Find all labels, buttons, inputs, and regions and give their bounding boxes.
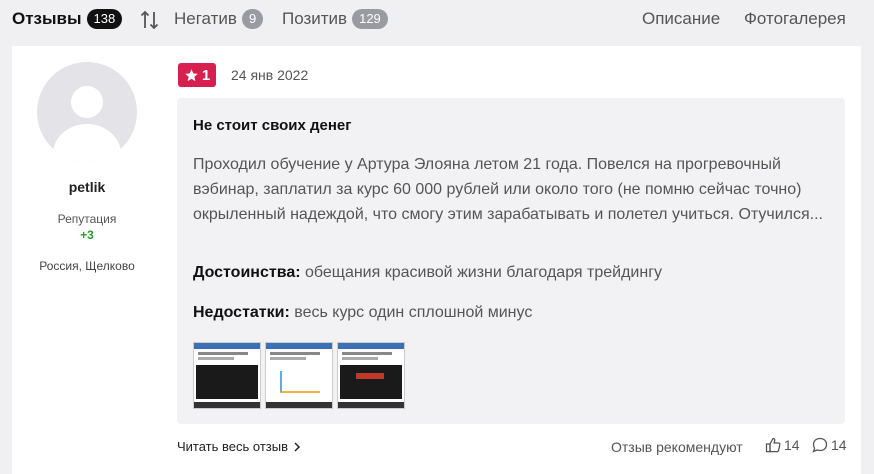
positive-count-badge: 129	[352, 9, 388, 29]
chevron-right-icon	[294, 441, 301, 452]
likes-count: 14	[784, 437, 800, 453]
tab-negative[interactable]: Негатив 9	[174, 9, 264, 29]
comment-bubble-icon	[812, 437, 828, 453]
review-date: 24 янв 2022	[231, 67, 309, 83]
review-photo-thumbnail[interactable]	[265, 342, 333, 409]
tab-gallery[interactable]: Фотогалерея	[744, 9, 846, 29]
rating-badge: 1	[178, 63, 216, 87]
review-text: Проходил обучение у Артура Элояна летом …	[193, 156, 823, 223]
tab-description[interactable]: Описание	[642, 9, 720, 29]
sort-arrows-icon[interactable]	[140, 9, 160, 31]
pros-text: обещания красивой жизни благодаря трейди…	[305, 264, 663, 281]
review-pros: Достоинства: обещания красивой жизни бла…	[193, 264, 662, 282]
tab-negative-label: Негатив	[174, 9, 237, 28]
cons-label: Недостатки:	[193, 304, 290, 321]
author-location: Россия, Щелково	[39, 259, 135, 273]
tab-reviews-label: Отзывы	[12, 9, 82, 28]
tab-positive-label: Позитив	[282, 9, 348, 28]
user-placeholder-icon[interactable]	[37, 62, 137, 162]
read-full-review-link[interactable]: Читать весь отзыв	[177, 439, 301, 454]
reviews-count-badge: 138	[86, 9, 123, 29]
author-name[interactable]: petlik	[0, 179, 174, 195]
cons-text: весь курс один сплошной минус	[294, 304, 533, 321]
negative-count-badge: 9	[241, 9, 264, 29]
reputation-label: Репутация	[57, 212, 117, 226]
review-cons: Недостатки: весь курс один сплошной мину…	[193, 304, 532, 322]
tab-positive[interactable]: Позитив 129	[282, 9, 388, 29]
review-photo-thumbnail[interactable]	[193, 342, 261, 409]
rating-value: 1	[201, 66, 211, 84]
reputation-value: +3	[80, 228, 94, 242]
review-body: Не стоит своих денег Проходил обучение у…	[177, 98, 845, 424]
like-button[interactable]: 14	[765, 437, 800, 453]
star-icon	[185, 68, 198, 81]
tab-reviews[interactable]: Отзывы 138	[12, 9, 123, 29]
review-photo-thumbnail[interactable]	[337, 342, 405, 409]
pros-label: Достоинства:	[193, 264, 301, 281]
thumbs-up-icon	[765, 437, 781, 453]
recommend-label: Отзыв рекомендуют	[611, 439, 743, 455]
read-more-label: Читать весь отзыв	[177, 439, 289, 454]
review-title[interactable]: Не стоит своих денег	[193, 117, 352, 134]
comments-button[interactable]: 14	[812, 437, 847, 453]
comments-count: 14	[831, 437, 847, 453]
